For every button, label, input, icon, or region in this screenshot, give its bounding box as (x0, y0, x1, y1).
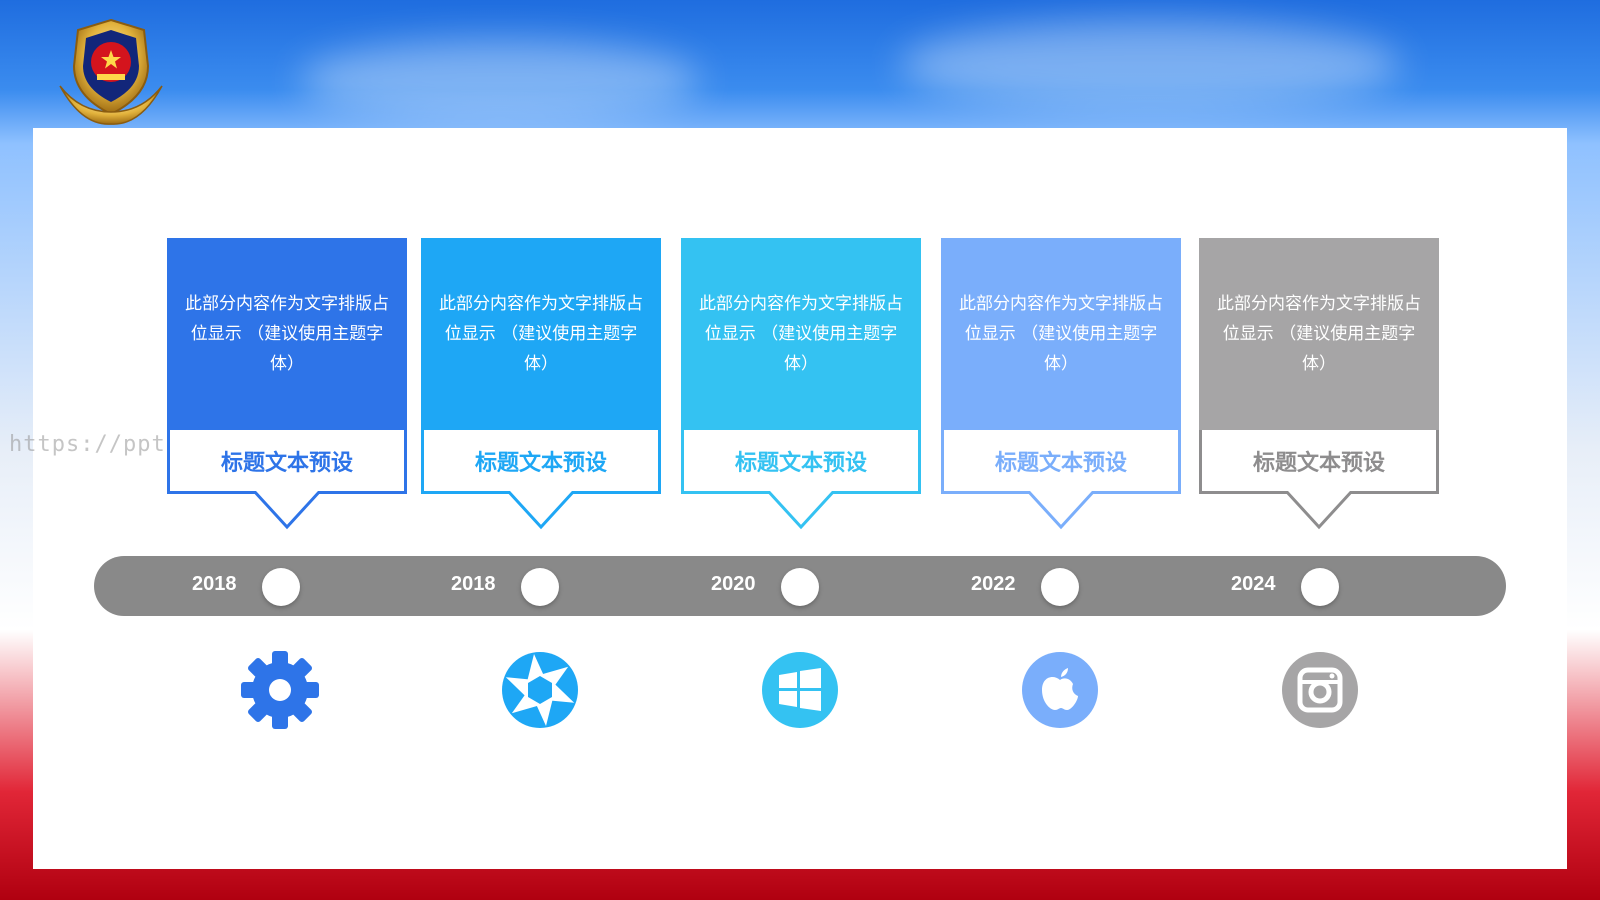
timeline-item-body: 此部分内容作为文字排版占位显示 （建议使用主题字体） (421, 238, 661, 430)
pointer-arrow-icon (506, 491, 576, 530)
timeline-dot (262, 568, 300, 606)
timeline-item-body: 此部分内容作为文字排版占位显示 （建议使用主题字体） (681, 238, 921, 430)
pointer-arrow-icon (766, 491, 836, 530)
timeline-item-body: 此部分内容作为文字排版占位显示 （建议使用主题字体） (167, 238, 407, 430)
timeline-dot (1301, 568, 1339, 606)
year-label: 2022 (971, 573, 1016, 595)
instagram-icon (1282, 652, 1358, 728)
year-label: 2024 (1231, 573, 1276, 595)
year-label: 2018 (192, 573, 237, 595)
timeline-item-title: 标题文本预设 (941, 430, 1181, 494)
year-label: 2020 (711, 573, 756, 595)
timeline-item-2: 此部分内容作为文字排版占位显示 （建议使用主题字体） 标题文本预设 (421, 238, 661, 531)
pointer-arrow-icon (252, 491, 322, 530)
pointer-arrow-icon (1026, 491, 1096, 530)
timeline-item-title: 标题文本预设 (167, 430, 407, 494)
timeline-item-body: 此部分内容作为文字排版占位显示 （建议使用主题字体） (941, 238, 1181, 430)
cloud-decoration (300, 40, 700, 120)
timeline-item-title: 标题文本预设 (1199, 430, 1439, 494)
timeline-item-1: 此部分内容作为文字排版占位显示 （建议使用主题字体） 标题文本预设 (167, 238, 407, 531)
timeline-dot (781, 568, 819, 606)
police-emblem-icon (59, 18, 163, 125)
camera-aperture-icon (502, 652, 578, 728)
gear-icon (241, 651, 319, 729)
windows-icon (762, 652, 838, 728)
timeline-dot (521, 568, 559, 606)
timeline-item-3: 此部分内容作为文字排版占位显示 （建议使用主题字体） 标题文本预设 (681, 238, 921, 531)
timeline-item-4: 此部分内容作为文字排版占位显示 （建议使用主题字体） 标题文本预设 (941, 238, 1181, 531)
timeline-item-5: 此部分内容作为文字排版占位显示 （建议使用主题字体） 标题文本预设 (1199, 238, 1439, 531)
timeline-item-title: 标题文本预设 (421, 430, 661, 494)
year-label: 2018 (451, 573, 496, 595)
timeline-item-body: 此部分内容作为文字排版占位显示 （建议使用主题字体） (1199, 238, 1439, 430)
timeline-item-title: 标题文本预设 (681, 430, 921, 494)
timeline-dot (1041, 568, 1079, 606)
apple-icon (1022, 652, 1098, 728)
pointer-arrow-icon (1284, 491, 1354, 530)
cloud-decoration (900, 20, 1400, 110)
